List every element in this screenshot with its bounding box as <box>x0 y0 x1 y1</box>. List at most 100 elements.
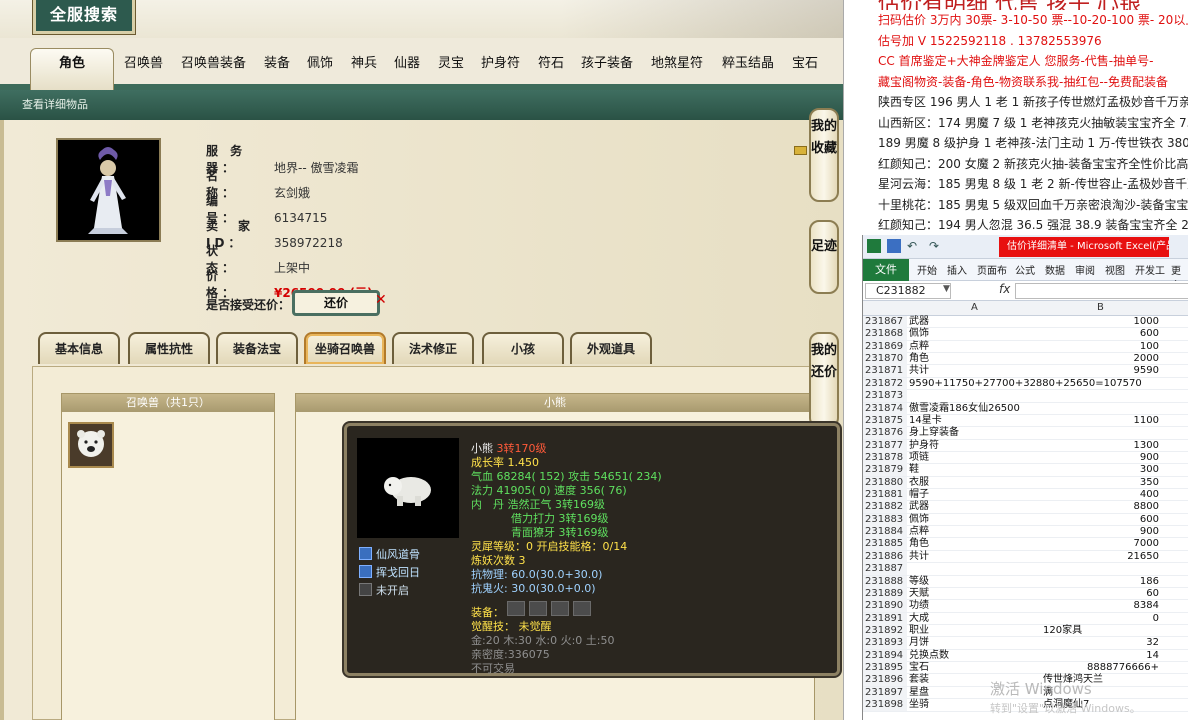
row-number[interactable]: 231884 <box>863 526 907 539</box>
cell-a[interactable]: 大成 <box>909 613 929 625</box>
table-row[interactable]: 231877 护身符 1300 <box>863 439 1188 452</box>
table-row[interactable]: 231888 等级 186 <box>863 575 1188 588</box>
row-number[interactable]: 231893 <box>863 637 907 650</box>
row-number[interactable]: 231876 <box>863 427 907 440</box>
table-row[interactable]: 231893 月饼 32 <box>863 637 1188 650</box>
cell-a[interactable]: 帽子 <box>909 489 929 501</box>
bargain-button[interactable]: 还价 <box>292 290 380 316</box>
tab-jade-crystal[interactable]: 粹玉结晶 <box>722 50 774 78</box>
row-number[interactable]: 231882 <box>863 501 907 514</box>
table-row[interactable]: 231873 <box>863 390 1188 403</box>
cell-a[interactable]: 身上穿装备 <box>909 427 959 439</box>
table-row[interactable]: 231887 <box>863 563 1188 576</box>
table-row[interactable]: 231872 9590+11750+27700+32880+25650=10757… <box>863 377 1188 391</box>
cell-a[interactable]: 天赋 <box>909 588 929 600</box>
subtab-mount-summon[interactable]: 坐骑召唤兽 <box>304 332 386 364</box>
equip-slot[interactable] <box>551 601 569 616</box>
table-row[interactable]: 231885 角色 7000 <box>863 538 1188 551</box>
cell-a[interactable]: 项链 <box>909 452 929 464</box>
cell-b[interactable]: 900 <box>1041 526 1159 538</box>
table-row[interactable]: 231874 傲雪凌霜186女仙26500 <box>863 402 1188 415</box>
subtab-basic-info[interactable]: 基本信息 <box>38 332 120 364</box>
cell-a[interactable]: 武器 <box>909 501 929 513</box>
ribbon-tab-home[interactable]: 开始 <box>917 262 937 277</box>
row-number[interactable]: 231874 <box>863 402 907 415</box>
logo[interactable]: 全服搜索 <box>33 0 135 34</box>
table-row[interactable]: 231891 大成 0 <box>863 612 1188 625</box>
cell-b[interactable]: 8888776666+ <box>1041 662 1159 674</box>
cell-a[interactable]: 鞋 <box>909 464 919 476</box>
ribbon-tab-developer[interactable]: 开发工 <box>1135 262 1165 277</box>
table-row[interactable]: 231868 佩饰 600 <box>863 328 1188 341</box>
table-row[interactable]: 231869 点粹 100 <box>863 340 1188 354</box>
cell-b[interactable]: 21650 <box>1041 551 1159 563</box>
cell-a[interactable]: 护身符 <box>909 440 939 452</box>
row-number[interactable]: 231887 <box>863 563 907 576</box>
row-number[interactable]: 231898 <box>863 699 907 712</box>
table-row[interactable]: 231895 宝石 8888776666+ <box>863 662 1188 675</box>
skill-item[interactable]: 仙风道骨 <box>359 546 420 562</box>
table-row[interactable]: 231867 武器 1000 <box>863 316 1188 329</box>
row-number[interactable]: 231894 <box>863 649 907 662</box>
cell-b[interactable]: 400 <box>1041 489 1159 501</box>
table-row[interactable]: 231889 天赋 60 <box>863 587 1188 601</box>
ribbon-tab-layout[interactable]: 页面布 <box>977 262 1007 277</box>
column-a-header[interactable]: A <box>971 302 978 313</box>
subtab-child[interactable]: 小孩 <box>482 332 564 364</box>
row-number[interactable]: 231892 <box>863 624 907 637</box>
row-number[interactable]: 231880 <box>863 476 907 489</box>
tab-gem[interactable]: 宝石 <box>792 50 818 78</box>
row-number[interactable]: 231870 <box>863 353 907 366</box>
table-row[interactable]: 231882 武器 8800 <box>863 501 1188 514</box>
subtab-attributes[interactable]: 属性抗性 <box>128 332 210 364</box>
tab-summon-equip[interactable]: 召唤兽装备 <box>181 50 246 78</box>
row-number[interactable]: 231897 <box>863 686 907 699</box>
skill-item[interactable]: 挥戈回日 <box>359 564 420 580</box>
table-row[interactable]: 231875 14星卡 1100 <box>863 414 1188 428</box>
row-number[interactable]: 231869 <box>863 340 907 353</box>
equip-slot[interactable] <box>529 601 547 616</box>
cell-a[interactable]: 星盘 <box>909 687 929 699</box>
name-box-dropdown-icon[interactable]: ▼ <box>943 284 950 294</box>
tab-fairy-item[interactable]: 仙器 <box>394 50 420 78</box>
tab-child-equip[interactable]: 孩子装备 <box>581 50 633 78</box>
cell-a[interactable]: 点粹 <box>909 526 929 538</box>
cell-a[interactable]: 职业 <box>909 625 929 637</box>
ribbon-tab-view[interactable]: 视图 <box>1105 262 1125 277</box>
cell-b[interactable]: 1300 <box>1041 440 1159 452</box>
row-number[interactable]: 231895 <box>863 662 907 675</box>
row-number[interactable]: 231873 <box>863 390 907 403</box>
cell-a[interactable]: 共计 <box>909 365 929 377</box>
cell-b[interactable]: 2000 <box>1041 353 1159 365</box>
cell-a[interactable]: 角色 <box>909 538 929 550</box>
row-number[interactable]: 231891 <box>863 612 907 625</box>
cell-b[interactable]: 60 <box>1041 588 1159 600</box>
equip-slot[interactable] <box>507 601 525 616</box>
cell-a[interactable]: 坐骑 <box>909 699 929 711</box>
cell-a[interactable]: 功绩 <box>909 600 929 612</box>
cell-b[interactable]: 8384 <box>1041 600 1159 612</box>
my-bargain-button[interactable]: 我的还价 <box>809 332 839 428</box>
ribbon-tab-formula[interactable]: 公式 <box>1015 262 1035 277</box>
cell-b[interactable]: 0 <box>1041 613 1159 625</box>
cell-a[interactable]: 衣服 <box>909 477 929 489</box>
name-box[interactable]: C231882 <box>865 283 951 299</box>
undo-icon[interactable]: ↶ <box>907 239 921 253</box>
tab-amulet[interactable]: 护身符 <box>481 50 520 78</box>
table-row[interactable]: 231894 兑换点数 14 <box>863 649 1188 663</box>
ribbon-tab-insert[interactable]: 插入 <box>947 262 967 277</box>
cell-b[interactable]: 1000 <box>1041 316 1159 328</box>
tab-accessory[interactable]: 佩饰 <box>307 50 333 78</box>
ribbon-tab-data[interactable]: 数据 <box>1045 262 1065 277</box>
row-number[interactable]: 231877 <box>863 439 907 452</box>
row-number[interactable]: 231883 <box>863 513 907 526</box>
cell-a[interactable]: 佩饰 <box>909 328 929 340</box>
row-number[interactable]: 231872 <box>863 377 907 390</box>
cell-b[interactable]: 32 <box>1041 637 1159 649</box>
cell-a[interactable]: 兑换点数 <box>909 650 949 662</box>
row-number[interactable]: 231888 <box>863 575 907 588</box>
skill-item[interactable]: 未开启 <box>359 582 409 598</box>
table-row[interactable]: 231879 鞋 300 <box>863 464 1188 477</box>
subtab-appearance[interactable]: 外观道具 <box>570 332 652 364</box>
cell-a[interactable]: 点粹 <box>909 341 929 353</box>
